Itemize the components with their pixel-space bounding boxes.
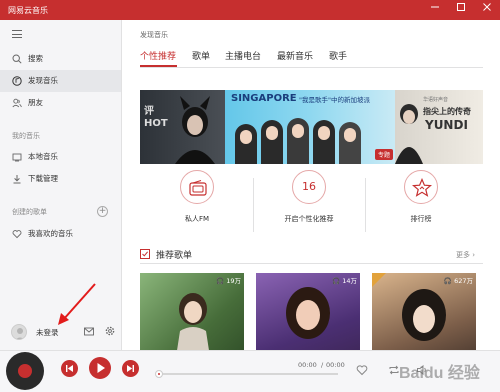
heart-icon[interactable] [356,364,368,376]
banner-right-figure [395,104,423,164]
heart-icon [12,230,22,239]
menu-icon[interactable] [12,30,22,38]
play-count-value: 627万 [454,277,473,285]
watermark-text: Baidu 经验 [399,363,481,382]
quick-divider [253,178,254,232]
avatar[interactable] [11,324,27,340]
section-my-music: 我的音乐 [12,132,40,140]
next-icon [127,365,134,372]
quick-link-label: 开启个性化推荐 [284,215,334,223]
quick-link-personalized[interactable]: 16 开启个性化推荐 [269,162,349,238]
banner-badge: 专题 [374,149,393,160]
quick-link-circle: 16 [292,170,326,204]
quick-link-personal-fm[interactable]: 私人FM [157,162,237,238]
tab-radio[interactable]: 主播电台 [225,49,261,62]
maximize-icon[interactable] [448,0,474,20]
play-button[interactable] [89,357,111,379]
tab-new-music[interactable]: 最新音乐 [277,49,313,62]
tabs-divider [140,67,483,68]
banner-person [339,122,361,164]
recommend-more-link[interactable]: 更多 › [456,250,475,260]
banner-person [235,124,257,164]
download-icon [13,175,21,184]
banner-left[interactable]: 评 HOT [140,90,225,164]
quick-link-charts[interactable]: 排行榜 [381,162,461,238]
recommend-section-icon [140,249,150,259]
friends-icon [12,98,22,108]
progress-knob[interactable] [155,370,163,378]
music-note-icon [12,76,22,86]
quick-link-label: 私人FM [184,215,210,223]
featured-corner-icon [372,273,386,287]
progress-bar[interactable] [155,370,338,378]
app-title: 网易云音乐 [8,6,48,15]
banner-right-text-main: 指尖上的传奇 [423,107,471,116]
album-thumbnail[interactable] [6,352,44,390]
banner-center-subtitle: "我是歌手"中的新加坡派 [299,96,370,104]
gear-icon[interactable] [105,326,115,336]
quick-link-label: 排行榜 [410,215,432,223]
watermark: Baidu 经验 [395,352,500,392]
recommend-title: 推荐歌单 [156,251,193,261]
local-music-icon [12,153,22,162]
play-count: 🎧 19万 [216,277,241,285]
sidebar-item-local-music[interactable]: 本地音乐 [0,146,121,168]
prev-button[interactable] [61,360,78,377]
sidebar-item-label: 发现音乐 [28,76,58,85]
close-icon[interactable] [474,0,500,20]
quick-link-circle [404,170,438,204]
breadcrumb: 发现音乐 [140,31,168,39]
play-icon [97,363,105,373]
sidebar-item-label: 本地音乐 [28,152,58,161]
section-created-playlists: 创建的歌单 [12,208,47,216]
sidebar-item-downloads[interactable]: 下载管理 [0,168,121,190]
banner-right[interactable]: 华语好声音 指尖上的传奇 YUNDI [395,90,483,164]
recommend-divider [140,263,483,264]
radio-icon [189,180,207,196]
banner-person [261,120,283,164]
quick-link-circle [180,170,214,204]
banner-center[interactable]: SINGAPORE "我是歌手"中的新加坡派 专题 [225,90,395,164]
title-bar: 网易云音乐 [0,0,500,20]
total-time: 00:00 [326,361,345,369]
sidebar-item-label: 我喜欢的音乐 [28,229,73,238]
sidebar-item-discover-music[interactable]: 发现音乐 [0,70,121,92]
tab-playlists[interactable]: 歌单 [192,49,210,62]
banner-left-figure [175,96,215,164]
annotation-arrow [58,283,96,325]
minimize-icon[interactable] [422,0,448,20]
tab-artists[interactable]: 歌手 [329,49,347,62]
time-separator: / [321,361,324,369]
search-icon [12,54,22,64]
sidebar-item-search[interactable]: 搜索 [0,48,121,70]
banner-person [287,118,309,164]
sidebar-item-liked-music[interactable]: 我喜欢的音乐 [0,223,121,245]
quick-divider [365,178,366,232]
prev-icon [66,365,73,372]
sidebar-item-label: 朋友 [28,98,43,107]
current-time: 00:00 [298,361,317,369]
sidebar-item-label: 下载管理 [28,174,58,183]
play-count-value: 14万 [342,277,357,285]
banner-right-text-en: YUNDI [425,118,468,132]
banner-person [313,120,335,164]
play-count-value: 19万 [226,277,241,285]
calendar-icon: 16 [302,180,316,193]
banner-left-text-top: 评 [144,106,154,117]
sidebar-item-friends[interactable]: 朋友 [0,92,121,114]
tab-personal-recommend[interactable]: 个性推荐 [140,49,176,62]
add-playlist-button[interactable]: + [97,206,108,217]
star-icon [412,178,432,197]
sidebar-item-label: 搜索 [28,54,43,63]
next-button[interactable] [122,360,139,377]
main-content: 发现音乐 个性推荐 歌单 主播电台 最新音乐 歌手 评 HOT SINGAPOR… [123,20,500,370]
banner-right-text-top: 华语好声音 [423,97,449,103]
banner-left-text: HOT [144,118,168,129]
banner-center-title: SINGAPORE [231,93,297,104]
